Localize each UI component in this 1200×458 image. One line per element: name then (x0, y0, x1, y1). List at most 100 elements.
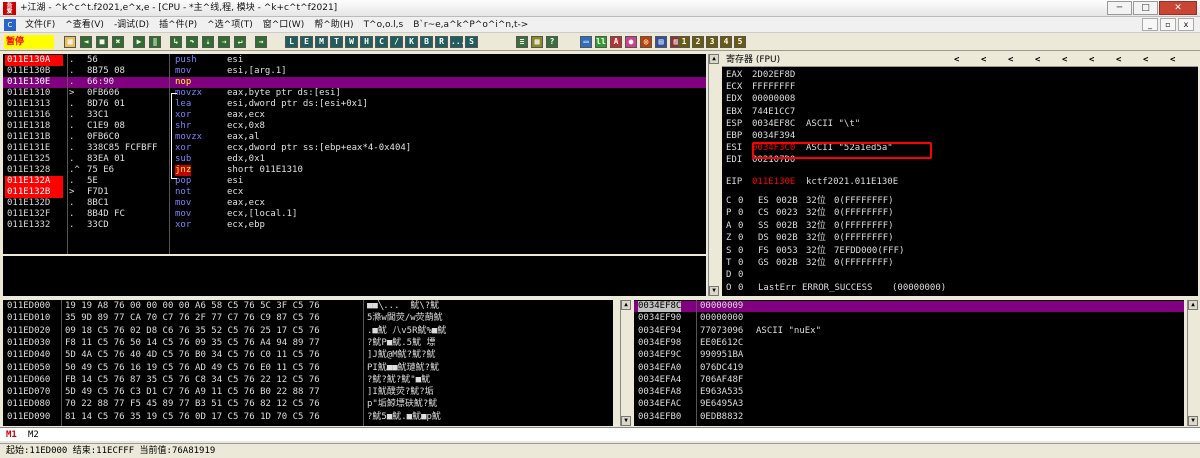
close-button[interactable]: ✕ (1159, 1, 1197, 15)
menu-item[interactable]: 文件(F) (20, 17, 60, 33)
flag-row-o[interactable]: O 0 LastErr ERROR_SUCCESS (00000000) (722, 283, 1198, 294)
minimize-button[interactable]: ─ (1107, 1, 1132, 15)
stack-row[interactable]: 0034EFB0 0EDB8832 (634, 412, 1184, 423)
dump-row[interactable]: 011ED020 09 18 C5 76 02 D8 C6 76 35 52 C5… (3, 326, 613, 337)
register-row-esp[interactable]: ESP 0034EF8C ASCII "\t" (722, 119, 1198, 130)
register-nav-arrow[interactable]: < (1035, 54, 1040, 67)
disasm-row[interactable]: 011E132D. 8BC1 mov eax,ecx (3, 198, 706, 209)
open-icon[interactable]: ▦ (64, 36, 76, 48)
flag-row-p[interactable]: P 0 CS 0023 32位 0(FFFFFFFF) (722, 208, 1198, 219)
stack-row[interactable]: 0034EF98 EE0E612C (634, 338, 1184, 349)
window-button-11[interactable]: R (435, 36, 448, 48)
attach-icon[interactable]: A (610, 36, 622, 48)
trace-into-icon[interactable]: ⇣ (202, 36, 214, 48)
register-row-eax[interactable]: EAX 2D02EF8D (722, 70, 1198, 81)
disasm-scrollbar[interactable]: ▲ ▼ (708, 54, 719, 296)
toggle-icon[interactable]: ll (595, 36, 607, 48)
menu-item[interactable]: ^选^项(T) (202, 17, 258, 33)
mdi-close-button[interactable]: x (1178, 18, 1194, 31)
scroll-up-icon[interactable]: ▲ (621, 300, 631, 310)
scroll-down-icon[interactable]: ▼ (709, 286, 719, 296)
window-button-3[interactable]: M (315, 36, 328, 48)
dump-scrollbar[interactable]: ▲ ▼ (620, 300, 631, 426)
dump-row[interactable]: 011ED000 19 19 A8 76 00 00 00 00 A6 58 C5… (3, 301, 613, 312)
goto-icon[interactable]: → (255, 36, 267, 48)
step-over-icon[interactable]: ↷ (186, 36, 198, 48)
register-row-edx[interactable]: EDX 00000008 (722, 94, 1198, 105)
dump-row[interactable]: 011ED030 F8 11 C5 76 50 14 C5 76 09 35 C5… (3, 338, 613, 349)
stack-row[interactable]: 0034EFA8 E963A535 (634, 387, 1184, 398)
stack-row[interactable]: 0034EF90 00000000 (634, 313, 1184, 324)
disasm-row[interactable]: 011E1325. 83EA 01 sub edx,0x1 (3, 154, 706, 165)
script-slot-3-button[interactable]: 3 (706, 36, 718, 48)
menu-item[interactable]: 插^件(P) (154, 17, 202, 33)
disasm-row[interactable]: 011E131E. 338C85 FCFBFF xor ecx,dword ptr s… (3, 143, 706, 154)
disasm-row[interactable]: 011E1328 .^ 75 E6 jnz short 011E1310 (3, 165, 706, 176)
disasm-row[interactable]: 011E132F. 8B4D FC mov ecx,[local.1] (3, 209, 706, 220)
register-row-eip[interactable]: EIP 011E130E kctf2021.011E130E (722, 177, 1198, 188)
window-button-6[interactable]: H (360, 36, 373, 48)
script-slot-2-button[interactable]: 2 (692, 36, 704, 48)
script-icon[interactable]: ▤ (655, 36, 667, 48)
register-nav-arrow[interactable]: < (1116, 54, 1121, 67)
scroll-up-icon[interactable]: ▲ (709, 54, 719, 64)
stack-row[interactable]: 0034EF94 77073096 ASCII "nuEx" (634, 326, 1184, 337)
menu-item[interactable]: B`r~e,a^k^P^o^i^n,t-> (408, 17, 533, 33)
flag-row-c[interactable]: C 0 ES 002B 32位 0(FFFFFFFF) (722, 196, 1198, 207)
register-nav-arrow[interactable]: < (954, 54, 959, 67)
window-button-8[interactable]: / (390, 36, 403, 48)
dump-row[interactable]: 011ED040 5D 4A C5 76 40 4D C5 76 B0 34 C5… (3, 350, 613, 361)
execute-till-return-icon[interactable]: ↵ (234, 36, 246, 48)
flag-row-t[interactable]: T 0 GS 002B 32位 0(FFFFFFFF) (722, 258, 1198, 269)
disasm-row[interactable]: 011E1313. 8D76 01 lea esi,dword ptr ds:[esi… (3, 99, 706, 110)
target-icon[interactable]: ◎ (640, 36, 652, 48)
stack-row[interactable]: 0034EFA4 706AF48F (634, 375, 1184, 386)
record-icon[interactable]: ● (625, 36, 637, 48)
window-button-2[interactable]: E (300, 36, 313, 48)
disasm-row[interactable]: 011E1332. 33CD xor ecx,ebp (3, 220, 706, 231)
disasm-row[interactable]: 011E1310 >0FB606 movzx eax,byte ptr ds:[esi… (3, 88, 706, 99)
scroll-down-icon[interactable]: ▼ (621, 416, 631, 426)
register-row-ebp[interactable]: EBP 0034F394 (722, 131, 1198, 142)
flag-row-d[interactable]: D0 (722, 270, 1198, 281)
scroll-down-icon[interactable]: ▼ (1188, 416, 1198, 426)
window-button-10[interactable]: B (420, 36, 433, 48)
window-button-7[interactable]: C (375, 36, 388, 48)
menu-item[interactable]: T^o,o.l,s (359, 17, 409, 33)
window-button-13[interactable]: S (465, 36, 478, 48)
register-nav-arrow[interactable]: < (1008, 54, 1013, 67)
flag-row-a[interactable]: A 0 SS 002B 32位 0(FFFFFFFF) (722, 221, 1198, 232)
menu-item[interactable]: 帮^助(H) (309, 17, 358, 33)
window-button-4[interactable]: T (330, 36, 343, 48)
disasm-row[interactable]: 011E1318. C1E9 08 shr ecx,0x8 (3, 121, 706, 132)
list-icon[interactable]: ≡ (516, 36, 528, 48)
help-icon[interactable]: ? (546, 36, 558, 48)
disasm-row[interactable]: 011E1316. 33C1 xor eax,ecx (3, 110, 706, 121)
trace-over-icon[interactable]: ⇢ (218, 36, 230, 48)
window-button-12[interactable]: ... (450, 36, 465, 48)
register-nav-arrow[interactable]: < (1062, 54, 1067, 67)
mdi-minimize-button[interactable]: _ (1142, 18, 1158, 31)
run-icon[interactable]: ▶ (133, 36, 145, 48)
dump-row[interactable]: 011ED070 5D 49 C5 76 C3 D1 C7 76 A9 11 C5… (3, 387, 613, 398)
disasm-row[interactable]: 011E130A. 56 push esi (3, 55, 706, 66)
flag-row-s[interactable]: S 0 FS 0053 32位 7EFDD000(FFF) (722, 246, 1198, 257)
stop-icon[interactable]: ✖ (112, 36, 124, 48)
script-slot-4-button[interactable]: 4 (720, 36, 732, 48)
flag-row-z[interactable]: Z 0 DS 002B 32位 0(FFFFFFFF) (722, 233, 1198, 244)
register-row-ebx[interactable]: EBX 744E1CC7 (722, 107, 1198, 118)
dump-row[interactable]: 011ED090 81 14 C5 76 35 19 C5 76 0D 17 C5… (3, 412, 613, 423)
stack-row[interactable]: 0034EFA0 076DC419 (634, 363, 1184, 374)
register-nav-arrow[interactable]: < (981, 54, 986, 67)
disasm-row[interactable]: 011E132B > F7D1 not ecx (3, 187, 706, 198)
mdi-restore-button[interactable]: ▫ (1160, 18, 1176, 31)
close-icon[interactable]: ■ (96, 36, 108, 48)
restart-icon[interactable]: ◄ (80, 36, 92, 48)
grid-icon[interactable]: ▦ (531, 36, 543, 48)
menu-item[interactable]: 窗^口(W) (258, 17, 309, 33)
menu-item[interactable]: -调试(D) (109, 17, 154, 33)
menu-item[interactable]: ^查看(V) (60, 17, 109, 33)
register-row-ecx[interactable]: ECX FFFFFFFF (722, 82, 1198, 93)
disasm-row[interactable]: 011E130E. 66:90 nop (3, 77, 706, 88)
window-button-1[interactable]: L (285, 36, 298, 48)
